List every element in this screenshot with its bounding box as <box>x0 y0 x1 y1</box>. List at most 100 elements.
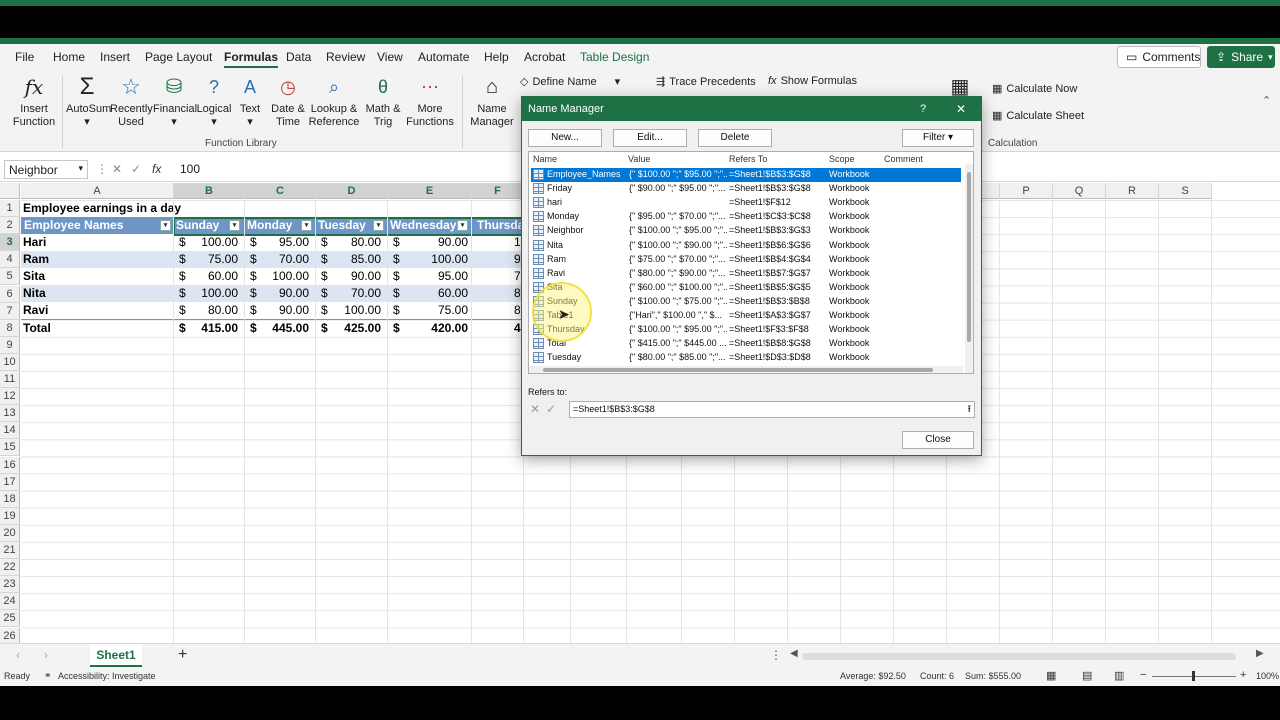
lookup-reference-button[interactable]: ⌕ Lookup & Reference <box>308 74 360 129</box>
horizontal-scrollbar[interactable] <box>802 653 1236 660</box>
amount-cell[interactable]: $445.00 <box>244 320 315 337</box>
amount-cell[interactable]: $60.00 <box>173 268 244 285</box>
row-header-14[interactable]: 14 <box>0 422 20 440</box>
insert-function-button[interactable]: fx Insert Function <box>12 74 56 129</box>
chevron-left-icon[interactable]: ‹ <box>16 648 20 662</box>
row-header-4[interactable]: 4 <box>0 251 20 269</box>
accessibility-status[interactable]: Accessibility: Investigate <box>58 671 156 681</box>
employee-name-cell[interactable]: Total <box>23 320 171 337</box>
list-horizontal-scrollbar[interactable] <box>529 366 963 373</box>
row-header-1[interactable]: 1 <box>0 200 20 217</box>
scroll-right-icon[interactable]: ▶ <box>1256 648 1264 659</box>
row-header-18[interactable]: 18 <box>0 490 20 508</box>
autosum-button[interactable]: Σ AutoSum ▾ <box>66 74 111 129</box>
trace-precedents-button[interactable]: ⇶ Trace Precedents <box>656 75 756 89</box>
row-header-23[interactable]: 23 <box>0 576 20 594</box>
new-button[interactable]: New... <box>528 129 602 147</box>
column-header-s[interactable]: S <box>1159 183 1212 199</box>
row-header-12[interactable]: 12 <box>0 388 20 406</box>
calculate-now-button[interactable]: ▦ Calculate Now <box>992 82 1077 96</box>
tab-acrobat[interactable]: Acrobat <box>524 50 565 64</box>
collapse-ribbon-icon[interactable]: ⌃ <box>1262 94 1271 107</box>
enter-check-icon[interactable]: ✓ <box>131 162 141 176</box>
list-vertical-scrollbar[interactable] <box>965 164 973 373</box>
row-header-25[interactable]: 25 <box>0 610 20 628</box>
amount-cell[interactable]: $95.00 <box>387 268 474 285</box>
name-row-sunday[interactable]: Sunday {" $100.00 ";" $75.00 ";"... =Sheet… <box>531 295 961 309</box>
insert-function-fx-icon[interactable]: fx <box>152 162 161 176</box>
amount-cell[interactable]: $70.00 <box>244 251 315 268</box>
column-header-b[interactable]: B <box>174 183 245 199</box>
name-row-total[interactable]: Total {" $415.00 ";" $445.00 ... =Sheet1!$… <box>531 337 961 351</box>
filter-dropdown-icon[interactable]: ▾ <box>373 220 384 231</box>
column-refers-to[interactable]: Refers To <box>729 154 767 164</box>
name-row-employee-names[interactable]: Employee_Names {" $100.00 ";" $95.00 ";".… <box>531 168 961 182</box>
names-list[interactable]: Name Value Refers To Scope Comment Emplo… <box>528 151 974 374</box>
filter-dropdown-icon[interactable]: ▾ <box>160 220 171 231</box>
amount-cell[interactable]: 45 <box>474 320 526 337</box>
row-header-11[interactable]: 11 <box>0 371 20 388</box>
amount-cell[interactable]: $60.00 <box>387 285 474 302</box>
tab-page-layout[interactable]: Page Layout <box>145 50 212 64</box>
tab-table-design[interactable]: Table Design <box>580 50 649 64</box>
close-button[interactable]: Close <box>902 431 974 449</box>
name-row-thursday[interactable]: Thursday {" $100.00 ";" $95.00 ";"... =She… <box>531 323 961 337</box>
name-manager-button[interactable]: ⌂ Name Manager <box>468 74 516 129</box>
row-header-3[interactable]: 3 <box>0 234 20 252</box>
name-box[interactable]: Neighbor ▾ <box>4 160 88 179</box>
amount-cell[interactable]: $75.00 <box>387 302 474 319</box>
column-scope[interactable]: Scope <box>829 154 855 164</box>
name-row-tuesday[interactable]: Tuesday {" $80.00 ";" $85.00 ";"... =Sheet… <box>531 351 961 365</box>
row-header-22[interactable]: 22 <box>0 559 20 577</box>
name-row-monday[interactable]: Monday {" $95.00 ";" $70.00 ";"... =Sheet1… <box>531 210 961 224</box>
row-header-20[interactable]: 20 <box>0 524 20 542</box>
tab-help[interactable]: Help <box>484 50 509 64</box>
name-row-ram[interactable]: Ram {" $75.00 ";" $70.00 ";"... =Sheet1!$B… <box>531 253 961 267</box>
comments-button[interactable]: ▭ Comments <box>1117 46 1201 68</box>
row-header-17[interactable]: 17 <box>0 473 20 491</box>
name-row-table1[interactable]: Table1 {"Hari"," $100.00 "," $... =Sheet1!… <box>531 309 961 323</box>
employee-name-cell[interactable]: Ram <box>23 251 171 268</box>
name-row-ravi[interactable]: Ravi {" $80.00 ";" $90.00 ";"... =Sheet1!$… <box>531 267 961 281</box>
column-header-q[interactable]: Q <box>1053 183 1106 199</box>
tab-data[interactable]: Data <box>286 50 311 64</box>
employee-name-cell[interactable]: Sita <box>23 268 171 285</box>
help-button[interactable]: ? <box>920 97 926 121</box>
financial-button[interactable]: ⛁ Financial ▾ <box>153 74 197 129</box>
employee-name-cell[interactable]: Ravi <box>23 302 171 319</box>
column-header-f[interactable]: F <box>472 183 524 199</box>
column-name[interactable]: Name <box>533 154 557 164</box>
formula-input[interactable]: 100 <box>180 162 200 176</box>
amount-cell[interactable]: $90.00 <box>387 234 474 251</box>
chevron-right-icon[interactable]: › <box>44 648 48 662</box>
column-header-c[interactable]: C <box>245 183 316 199</box>
column-comment[interactable]: Comment <box>884 154 923 164</box>
more-functions-button[interactable]: ⋯ More Functions <box>405 74 455 129</box>
add-sheet-button[interactable]: + <box>178 646 187 664</box>
name-row-neighbor[interactable]: Neighbor {" $100.00 ";" $95.00 ";"... =She… <box>531 224 961 238</box>
date-time-button[interactable]: ◷ Date & Time <box>268 74 308 129</box>
show-formulas-button[interactable]: fx Show Formulas <box>768 75 857 87</box>
amount-cell[interactable]: $85.00 <box>315 251 387 268</box>
normal-view-icon[interactable]: ▦ <box>1046 669 1056 682</box>
page-layout-view-icon[interactable]: ▤ <box>1082 669 1092 682</box>
row-header-19[interactable]: 19 <box>0 507 20 525</box>
cancel-icon[interactable]: ✕ <box>530 402 540 416</box>
tab-automate[interactable]: Automate <box>418 50 469 64</box>
math-trig-button[interactable]: θ Math & Trig <box>362 74 404 129</box>
row-header-24[interactable]: 24 <box>0 593 20 611</box>
filter-dropdown-icon[interactable]: ▾ <box>229 220 240 231</box>
logical-button[interactable]: ? Logical ▾ <box>196 74 232 129</box>
amount-cell[interactable]: $90.00 <box>244 285 315 302</box>
row-header-8[interactable]: 8 <box>0 319 20 337</box>
tab-view[interactable]: View <box>377 50 403 64</box>
row-header-2[interactable]: 2 <box>0 217 20 235</box>
name-row-hari[interactable]: hari =Sheet1!$F$12 Workbook <box>531 196 961 210</box>
status-count[interactable]: Count: 6 <box>920 671 954 681</box>
text-button[interactable]: A Text ▾ <box>235 74 265 129</box>
row-header-15[interactable]: 15 <box>0 439 20 457</box>
amount-cell[interactable]: 9 <box>474 251 526 268</box>
amount-cell[interactable]: $95.00 <box>244 234 315 251</box>
filter-button[interactable]: Filter ▾ <box>902 129 974 147</box>
refers-to-input[interactable]: =Sheet1!$B$3:$G$8 ⭱ <box>569 401 975 418</box>
